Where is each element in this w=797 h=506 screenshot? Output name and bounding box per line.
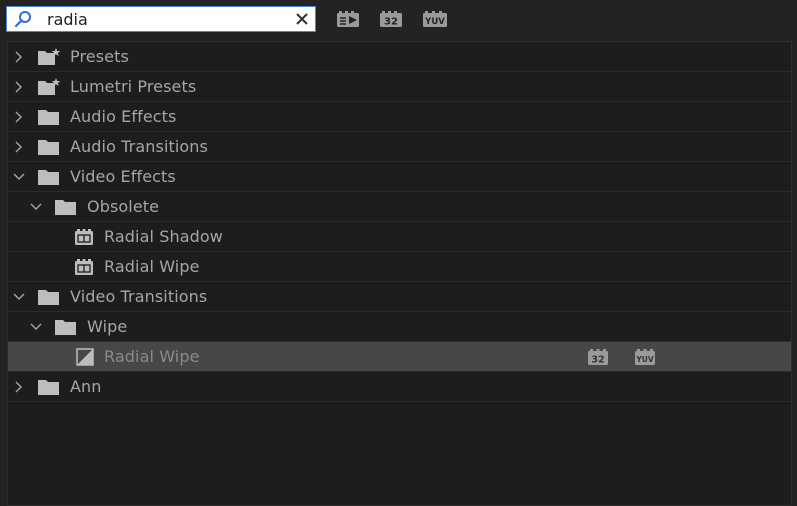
folder-icon [55, 200, 76, 215]
effects-panel: 32 YUV Presets Lumetri Presets [0, 0, 797, 506]
chevron-right-icon[interactable] [13, 141, 25, 153]
folder-icon [38, 380, 59, 395]
svg-text:YUV: YUV [424, 17, 445, 27]
tree-row-label: Radial Shadow [104, 227, 223, 246]
chevron-down-icon[interactable] [30, 201, 42, 213]
folder-icon [38, 140, 59, 155]
tree-row-lumetri-presets[interactable]: Lumetri Presets [8, 72, 791, 102]
tree-row-label: Lumetri Presets [70, 77, 197, 96]
close-icon[interactable] [293, 10, 311, 28]
32bit-badge-icon: 32 [588, 349, 608, 366]
effects-tree: Presets Lumetri Presets Audio Effects Au… [7, 41, 792, 506]
tree-row-radial-wipe-effect[interactable]: Radial Wipe [8, 252, 791, 282]
tree-row-video-transitions[interactable]: Video Transitions [8, 282, 791, 312]
tree-row-radial-shadow[interactable]: Radial Shadow [8, 222, 791, 252]
tree-row-label: Presets [70, 47, 129, 66]
tree-row-label: Audio Effects [70, 107, 177, 126]
chevron-down-icon[interactable] [13, 291, 25, 303]
chevron-right-icon[interactable] [13, 111, 25, 123]
tree-row-ann[interactable]: Ann [8, 372, 791, 402]
effect-icon [75, 229, 93, 245]
folder-icon [38, 170, 59, 185]
tree-row-audio-transitions[interactable]: Audio Transitions [8, 132, 791, 162]
tree-row-label: Video Effects [70, 167, 176, 186]
folder-icon [55, 320, 76, 335]
tree-row-audio-effects[interactable]: Audio Effects [8, 102, 791, 132]
accelerated-effects-icon[interactable] [336, 10, 360, 28]
tree-row-label: Obsolete [87, 197, 160, 216]
search-box[interactable] [6, 6, 316, 32]
svg-text:32: 32 [591, 355, 604, 366]
chevron-down-icon[interactable] [13, 171, 25, 183]
32bit-filter-button[interactable]: 32 [379, 10, 403, 28]
tree-row-video-effects[interactable]: Video Effects [8, 162, 791, 192]
tree-row-label: Radial Wipe [104, 347, 200, 366]
tree-row-wipe[interactable]: Wipe [8, 312, 791, 342]
yuv-badge-icon: YUV [635, 349, 655, 365]
preset-folder-icon [38, 48, 61, 65]
tree-row-label: Wipe [87, 317, 128, 336]
tree-row-label: Ann [70, 377, 102, 396]
tree-row-obsolete[interactable]: Obsolete [8, 192, 791, 222]
preset-folder-icon [38, 78, 61, 95]
effect-icon [75, 259, 93, 275]
chevron-right-icon[interactable] [13, 381, 25, 393]
chevron-right-icon[interactable] [13, 51, 25, 63]
tree-row-label: Audio Transitions [70, 137, 208, 156]
chevron-right-icon[interactable] [13, 81, 25, 93]
yuv-filter-button[interactable]: YUV [422, 10, 448, 28]
tree-row-presets[interactable]: Presets [8, 42, 791, 72]
folder-icon [38, 110, 59, 125]
chevron-down-icon[interactable] [30, 321, 42, 333]
svg-text:YUV: YUV [635, 355, 654, 364]
folder-icon [38, 290, 59, 305]
tree-row-radial-wipe-transition[interactable]: Radial Wipe 32 YUV [8, 342, 791, 372]
svg-text:32: 32 [384, 17, 398, 28]
tree-row-label: Video Transitions [70, 287, 208, 306]
search-input[interactable] [47, 9, 292, 29]
tree-row-label: Radial Wipe [104, 257, 200, 276]
search-icon [14, 11, 31, 28]
transition-icon [76, 348, 94, 366]
